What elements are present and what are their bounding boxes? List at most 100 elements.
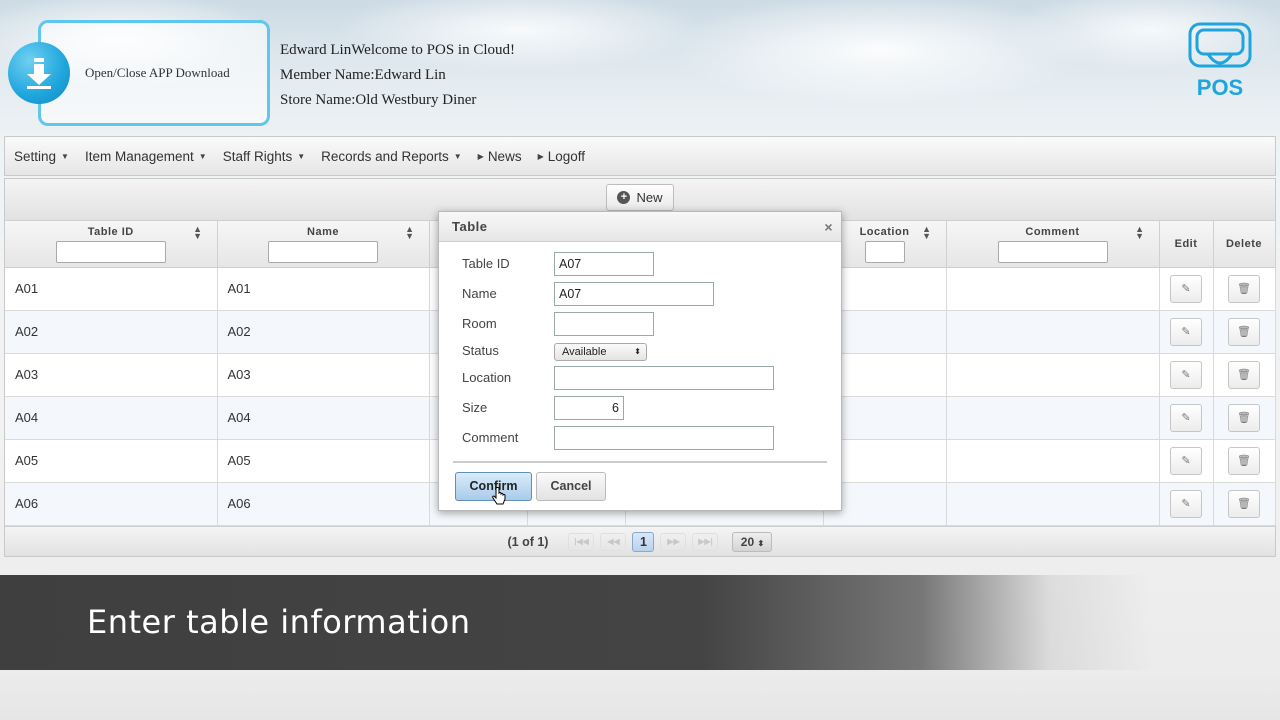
nav-staff-rights-label: Staff Rights xyxy=(222,148,293,164)
edit-button[interactable]: ✎ xyxy=(1170,403,1202,432)
room-input[interactable] xyxy=(554,312,654,336)
column-title-location: Location xyxy=(859,226,910,238)
last-page-button[interactable]: ▶▶| xyxy=(692,532,719,551)
filter-name-input[interactable] xyxy=(268,241,378,263)
page-size-value: 20 xyxy=(740,534,755,549)
edit-button[interactable]: ✎ xyxy=(1170,317,1202,346)
chevron-down-icon: ▼ xyxy=(453,151,462,161)
new-button[interactable]: + New xyxy=(606,184,674,211)
nav-records-reports-label: Records and Reports xyxy=(321,148,449,164)
location-label: Location xyxy=(462,370,512,385)
pencil-icon: ✎ xyxy=(1181,497,1191,510)
nav-item-management[interactable]: Item Management ▼ xyxy=(85,149,207,164)
app-download-widget[interactable]: Open/Close APP Download xyxy=(8,20,270,126)
status-label: Status xyxy=(462,343,499,358)
filter-location-input[interactable] xyxy=(864,241,905,263)
trash-icon: 🗑 xyxy=(1237,497,1251,510)
comment-input[interactable] xyxy=(554,426,774,450)
name-input[interactable]: A07 xyxy=(554,282,714,306)
dialog-title-bar[interactable]: Table × xyxy=(439,212,841,242)
cell-table-id: A03 xyxy=(5,353,218,397)
cell-table-id: A06 xyxy=(5,482,218,526)
delete-button[interactable]: 🗑 xyxy=(1228,403,1260,432)
app-download-button[interactable]: Open/Close APP Download xyxy=(38,20,270,126)
delete-button[interactable]: 🗑 xyxy=(1228,360,1260,389)
column-header-comment[interactable]: Comment ▲ ▼ xyxy=(946,221,1160,268)
pos-logo-icon xyxy=(1188,22,1252,68)
nav-logoff[interactable]: ▶ Logoff xyxy=(538,149,585,164)
column-header-edit: Edit xyxy=(1159,221,1214,268)
edit-button[interactable]: ✎ xyxy=(1170,274,1202,303)
sort-icon[interactable]: ▲ ▼ xyxy=(193,225,202,241)
pencil-icon: ✎ xyxy=(1181,368,1191,381)
chevron-down-icon: ▼ xyxy=(297,151,306,161)
trash-icon: 🗑 xyxy=(1237,282,1251,295)
filter-table-id-input[interactable] xyxy=(55,241,166,263)
page-number-button[interactable]: 1 xyxy=(632,531,655,552)
nav-records-reports[interactable]: Records and Reports ▼ xyxy=(321,149,462,164)
nav-news-label: News xyxy=(487,148,522,164)
prev-page-button[interactable]: ◀◀ xyxy=(600,532,627,551)
edit-button[interactable]: ✎ xyxy=(1170,446,1202,475)
welcome-info: Edward LinWelcome to POS in Cloud! Membe… xyxy=(280,38,515,113)
nav-news[interactable]: ▶ News xyxy=(478,149,522,164)
status-select[interactable]: Available ⬍ xyxy=(554,343,647,361)
status-value: Available xyxy=(562,346,607,358)
bottom-background xyxy=(0,670,1280,720)
trash-icon: 🗑 xyxy=(1237,325,1251,338)
cell-name: A01 xyxy=(217,267,430,311)
chevron-right-icon: ▶ xyxy=(537,151,544,161)
delete-button[interactable]: 🗑 xyxy=(1228,446,1260,475)
trash-icon: 🗑 xyxy=(1237,368,1251,381)
cancel-button[interactable]: Cancel xyxy=(536,472,606,501)
welcome-message: Edward LinWelcome to POS in Cloud! xyxy=(280,42,516,58)
close-icon[interactable]: × xyxy=(824,212,833,242)
delete-button[interactable]: 🗑 xyxy=(1228,274,1260,303)
nav-setting[interactable]: Setting ▼ xyxy=(14,149,69,164)
edit-button[interactable]: ✎ xyxy=(1170,360,1202,389)
delete-button[interactable]: 🗑 xyxy=(1228,489,1260,518)
sort-icon[interactable]: ▲ ▼ xyxy=(922,225,931,241)
chevron-updown-icon: ⬍ xyxy=(634,347,641,356)
column-header-table-id[interactable]: Table ID ▲ ▼ xyxy=(5,221,218,268)
nav-logoff-label: Logoff xyxy=(547,148,586,164)
caption-banner: Enter table information xyxy=(0,575,1280,670)
page-size-select[interactable]: 20 ⬍ xyxy=(732,531,773,552)
cell-name: A05 xyxy=(217,439,430,483)
filter-comment-input[interactable] xyxy=(997,241,1108,263)
next-page-button[interactable]: ▶▶ xyxy=(660,532,687,551)
delete-button[interactable]: 🗑 xyxy=(1228,317,1260,346)
column-title-comment: Comment xyxy=(1025,226,1080,238)
pencil-icon: ✎ xyxy=(1181,325,1191,338)
dialog-divider xyxy=(453,461,827,463)
location-input[interactable] xyxy=(554,366,774,390)
size-label: Size xyxy=(462,400,488,415)
cell-name: A04 xyxy=(217,396,430,440)
chevron-right-icon: ▶ xyxy=(477,151,484,161)
comment-label: Comment xyxy=(462,430,519,445)
nav-staff-rights[interactable]: Staff Rights ▼ xyxy=(223,149,305,164)
cell-table-id: A02 xyxy=(5,310,218,354)
column-header-name[interactable]: Name ▲ ▼ xyxy=(217,221,430,268)
trash-icon: 🗑 xyxy=(1237,454,1251,467)
member-name: Member Name:Edward Lin xyxy=(280,67,446,83)
first-page-button[interactable]: |◀◀ xyxy=(568,532,595,551)
sort-icon[interactable]: ▲ ▼ xyxy=(405,225,414,241)
column-title-table-id: Table ID xyxy=(87,226,134,238)
sort-icon[interactable]: ▲ ▼ xyxy=(1135,225,1144,241)
table-id-input[interactable]: A07 xyxy=(554,252,654,276)
chevron-down-icon: ▼ xyxy=(198,151,207,161)
table-id-label: Table ID xyxy=(462,256,510,271)
column-title-edit: Edit xyxy=(1174,237,1198,250)
store-name: Store Name:Old Westbury Diner xyxy=(280,92,477,108)
cell-table-id: A05 xyxy=(5,439,218,483)
new-button-label: New xyxy=(636,190,663,205)
cell-name: A02 xyxy=(217,310,430,354)
edit-button[interactable]: ✎ xyxy=(1170,489,1202,518)
pencil-icon: ✎ xyxy=(1181,454,1191,467)
download-icon[interactable] xyxy=(8,42,70,104)
size-input[interactable]: 6 xyxy=(554,396,624,420)
name-label: Name xyxy=(462,286,497,301)
trash-icon: 🗑 xyxy=(1237,411,1251,424)
dialog-title: Table xyxy=(452,219,488,234)
